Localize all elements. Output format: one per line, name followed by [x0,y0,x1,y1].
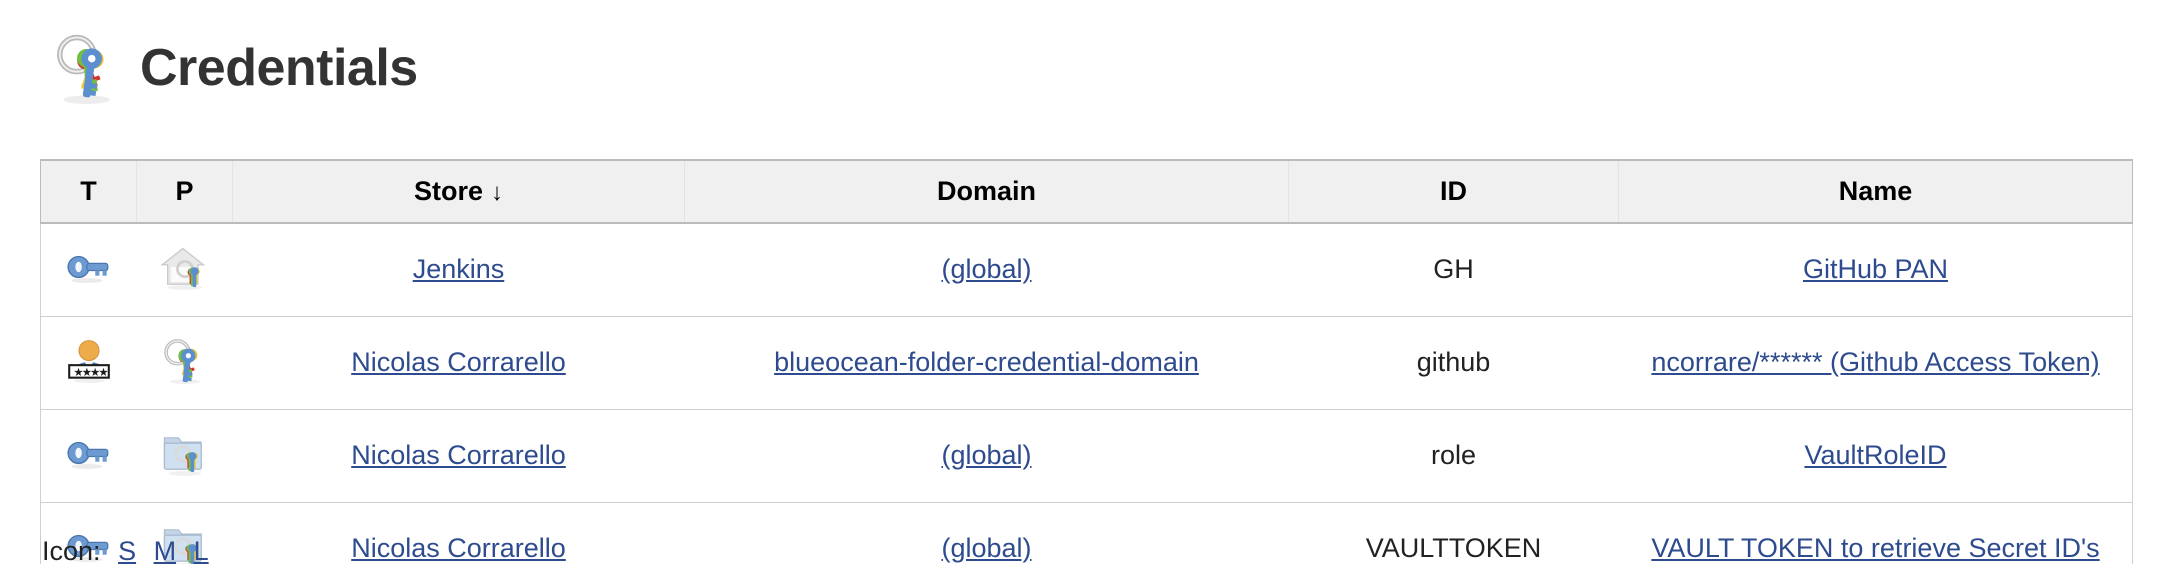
table-header-row: T P Store ↓ Domain ID Name [40,159,2133,224]
cell-credential-provider [136,223,233,317]
cell-domain: (global) [684,409,1289,503]
cell-credential-provider [136,316,233,410]
column-label-provider: P [175,176,194,206]
column-label-id: ID [1440,176,1467,206]
cell-id: VAULTTOKEN [1288,502,1619,564]
column-label-domain: Domain [936,176,1036,206]
cell-credential-provider [136,409,233,503]
store-link[interactable]: Nicolas Corrarello [351,533,566,563]
column-header-provider[interactable]: P [136,159,233,224]
cell-domain: (global) [684,502,1289,564]
credential-id: github [1416,347,1491,377]
cell-credential-type [40,409,137,503]
cell-name: VAULT TOKEN to retrieve Secret ID's [1618,502,2133,564]
cell-name: GitHub PAN [1618,223,2133,317]
icon-size-small-link[interactable]: S [118,536,136,564]
table-row: Jenkins (global) GH GitHub PAN [40,223,2133,317]
page-title: Credentials [140,39,418,97]
credentials-table-container: T P Store ↓ Domain ID Name Jenkins (glob… [40,159,2133,564]
column-header-domain[interactable]: Domain [684,159,1289,224]
table-header: T P Store ↓ Domain ID Name [40,159,2133,224]
credential-name-link[interactable]: ncorrare/****** (Github Access Token) [1651,347,2099,377]
sort-descending-icon: ↓ [491,179,504,206]
column-label-store: Store [413,176,484,206]
credential-name-link[interactable]: VAULT TOKEN to retrieve Secret ID's [1651,533,2099,563]
icon-size-large-link[interactable]: L [194,536,209,564]
domain-link[interactable]: (global) [941,533,1031,563]
store-link[interactable]: Jenkins [413,254,505,284]
column-label-type: T [80,176,97,206]
cell-name: ncorrare/****** (Github Access Token) [1618,316,2133,410]
keychain-icon [156,332,214,390]
cell-credential-type: ★ ★ ★ ★ [40,316,137,410]
domain-link[interactable]: (global) [941,254,1031,284]
icon-size-medium-link[interactable]: M [154,536,177,564]
table-row: ★ ★ ★ ★ Nicolas Corrarello blueocean-fol… [40,316,2133,410]
column-label-name: Name [1838,176,1913,206]
keychain-icon [50,29,128,107]
key-icon [60,239,118,297]
column-header-id[interactable]: ID [1288,159,1619,224]
cell-store: Jenkins [232,223,685,317]
credential-name-link[interactable]: GitHub PAN [1803,254,1948,284]
cell-name: VaultRoleID [1618,409,2133,503]
cell-credential-type [40,223,137,317]
table-row: Nicolas Corrarello (global) role VaultRo… [40,409,2133,503]
credentials-page: Credentials T P Store ↓ Domain ID Name J… [0,0,2178,564]
table-row: Nicolas Corrarello (global) VAULTTOKEN V… [40,502,2133,564]
credentials-table: T P Store ↓ Domain ID Name Jenkins (glob… [40,159,2133,564]
credential-name-link[interactable]: VaultRoleID [1804,440,1946,470]
store-link[interactable]: Nicolas Corrarello [351,347,566,377]
key-icon [60,425,118,483]
cell-id: role [1288,409,1619,503]
credential-id: VAULTTOKEN [1365,532,1542,563]
cell-store: Nicolas Corrarello [232,502,685,564]
cell-domain: (global) [684,223,1289,317]
icon-size-label: Icon: [42,536,101,564]
icon-size-selector: Icon: S M L [42,536,209,564]
cell-id: GH [1288,223,1619,317]
domain-link[interactable]: (global) [941,440,1031,470]
cell-domain: blueocean-folder-credential-domain [684,316,1289,410]
column-header-store[interactable]: Store ↓ [232,159,685,224]
user-password-icon: ★ ★ ★ ★ [60,332,118,390]
domain-link[interactable]: blueocean-folder-credential-domain [774,347,1199,377]
folder-keychain-icon [156,425,214,483]
table-body: Jenkins (global) GH GitHub PAN ★ ★ ★ ★ N… [40,223,2133,564]
cell-store: Nicolas Corrarello [232,316,685,410]
house-keychain-icon [156,239,214,297]
page-header: Credentials [0,0,2178,110]
credential-id: GH [1433,254,1474,285]
credential-id: role [1430,440,1477,470]
store-link[interactable]: Nicolas Corrarello [351,440,566,470]
column-header-name[interactable]: Name [1618,159,2133,224]
cell-id: github [1288,316,1619,410]
cell-store: Nicolas Corrarello [232,409,685,503]
svg-text:★: ★ [98,365,108,379]
column-header-type[interactable]: T [40,159,137,224]
